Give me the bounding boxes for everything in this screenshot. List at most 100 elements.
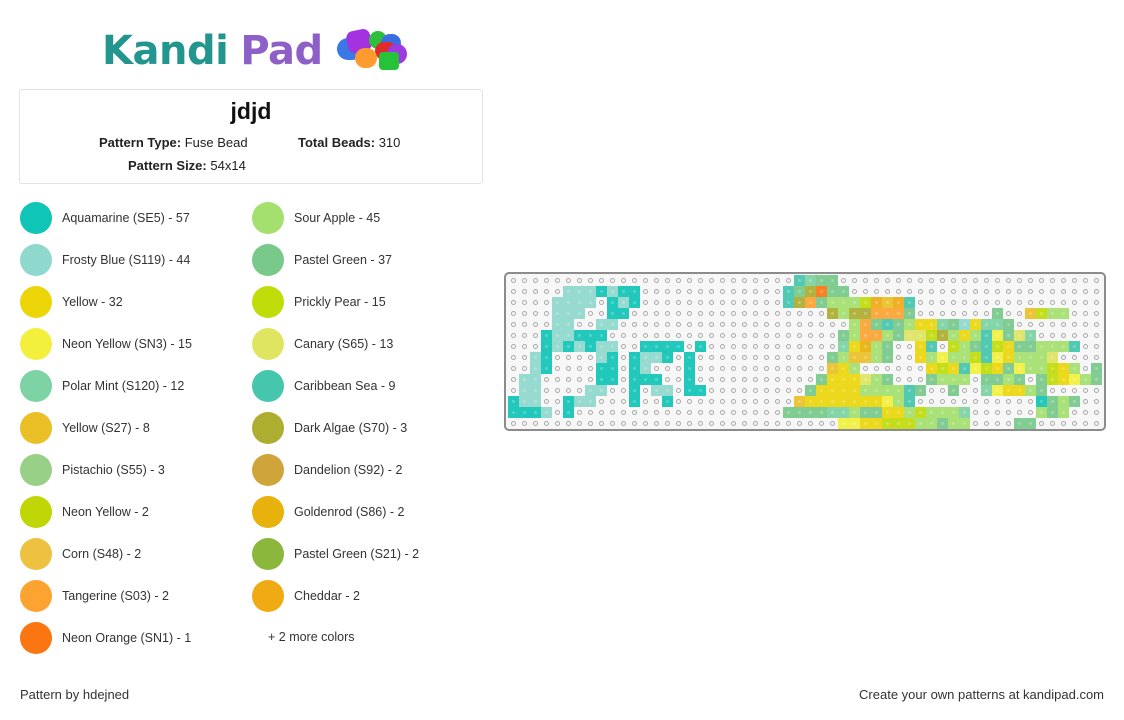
bead [992, 385, 1003, 396]
empty-peg [981, 297, 992, 308]
bead [882, 319, 893, 330]
empty-peg [1091, 319, 1102, 330]
bead [860, 418, 871, 429]
empty-peg [871, 286, 882, 297]
legend-item: Pistachio (S55) - 3 [20, 454, 165, 486]
bead [607, 297, 618, 308]
empty-peg [750, 418, 761, 429]
color-swatch [20, 328, 52, 360]
empty-peg [1080, 407, 1091, 418]
bead [838, 385, 849, 396]
bead [552, 308, 563, 319]
empty-peg [981, 418, 992, 429]
bead [794, 297, 805, 308]
pattern-size-value: 54x14 [210, 158, 246, 173]
logo-text-pad: Pad [240, 28, 323, 74]
bead [1025, 308, 1036, 319]
empty-peg [1091, 352, 1102, 363]
empty-peg [1069, 352, 1080, 363]
empty-peg [695, 418, 706, 429]
bead [541, 363, 552, 374]
empty-peg [1025, 275, 1036, 286]
empty-peg [618, 374, 629, 385]
empty-peg [563, 374, 574, 385]
bead [849, 363, 860, 374]
total-beads: Total Beads: 310 [298, 135, 400, 150]
pattern-type: Pattern Type: Fuse Bead [99, 135, 248, 150]
empty-peg [1025, 396, 1036, 407]
empty-peg [739, 275, 750, 286]
bead [948, 341, 959, 352]
empty-peg [519, 341, 530, 352]
bead [783, 286, 794, 297]
empty-peg [541, 319, 552, 330]
legend-label: Yellow (S27) - 8 [62, 421, 150, 435]
bead [640, 352, 651, 363]
empty-peg [1091, 396, 1102, 407]
logo-text-kandi: Kandi [102, 28, 229, 74]
empty-peg [1080, 396, 1091, 407]
color-swatch [20, 202, 52, 234]
pattern-type-value: Fuse Bead [184, 135, 248, 150]
bead [849, 374, 860, 385]
empty-peg [508, 330, 519, 341]
empty-peg [761, 330, 772, 341]
bead [838, 286, 849, 297]
empty-peg [640, 407, 651, 418]
empty-peg [695, 363, 706, 374]
empty-peg [893, 363, 904, 374]
bead [849, 407, 860, 418]
bead [827, 407, 838, 418]
empty-peg [552, 275, 563, 286]
empty-peg [673, 308, 684, 319]
empty-peg [761, 374, 772, 385]
bead [882, 341, 893, 352]
empty-peg [651, 319, 662, 330]
bead [1025, 352, 1036, 363]
bead [684, 352, 695, 363]
empty-peg [640, 319, 651, 330]
bead [541, 330, 552, 341]
bead [1080, 374, 1091, 385]
legend-item: Cheddar - 2 [252, 580, 360, 612]
empty-peg [530, 418, 541, 429]
bead [970, 341, 981, 352]
empty-peg [574, 407, 585, 418]
bead [915, 319, 926, 330]
empty-peg [816, 352, 827, 363]
empty-peg [1080, 352, 1091, 363]
kandipad-logo[interactable]: Kandi Pad [102, 26, 411, 76]
bead [1047, 341, 1058, 352]
empty-peg [574, 418, 585, 429]
legend-label: Canary (S65) - 13 [294, 337, 394, 351]
kandipad-link[interactable]: Create your own patterns at kandipad.com [859, 687, 1104, 702]
empty-peg [717, 286, 728, 297]
bead [860, 341, 871, 352]
empty-peg [552, 385, 563, 396]
bead [849, 418, 860, 429]
bead [629, 352, 640, 363]
empty-peg [629, 319, 640, 330]
empty-peg [849, 286, 860, 297]
bead [552, 319, 563, 330]
empty-peg [948, 396, 959, 407]
empty-peg [717, 308, 728, 319]
empty-peg [1080, 275, 1091, 286]
more-colors-link[interactable]: + 2 more colors [268, 630, 355, 644]
bead [992, 319, 1003, 330]
empty-peg [970, 385, 981, 396]
empty-peg [1080, 418, 1091, 429]
bead [1058, 396, 1069, 407]
empty-peg [1080, 286, 1091, 297]
bead-pattern-grid[interactable] [504, 272, 1106, 431]
bead [585, 341, 596, 352]
empty-peg [673, 330, 684, 341]
empty-peg [761, 363, 772, 374]
empty-peg [772, 297, 783, 308]
empty-peg [783, 341, 794, 352]
empty-peg [959, 286, 970, 297]
empty-peg [585, 374, 596, 385]
empty-peg [651, 407, 662, 418]
empty-peg [508, 363, 519, 374]
bead [882, 374, 893, 385]
